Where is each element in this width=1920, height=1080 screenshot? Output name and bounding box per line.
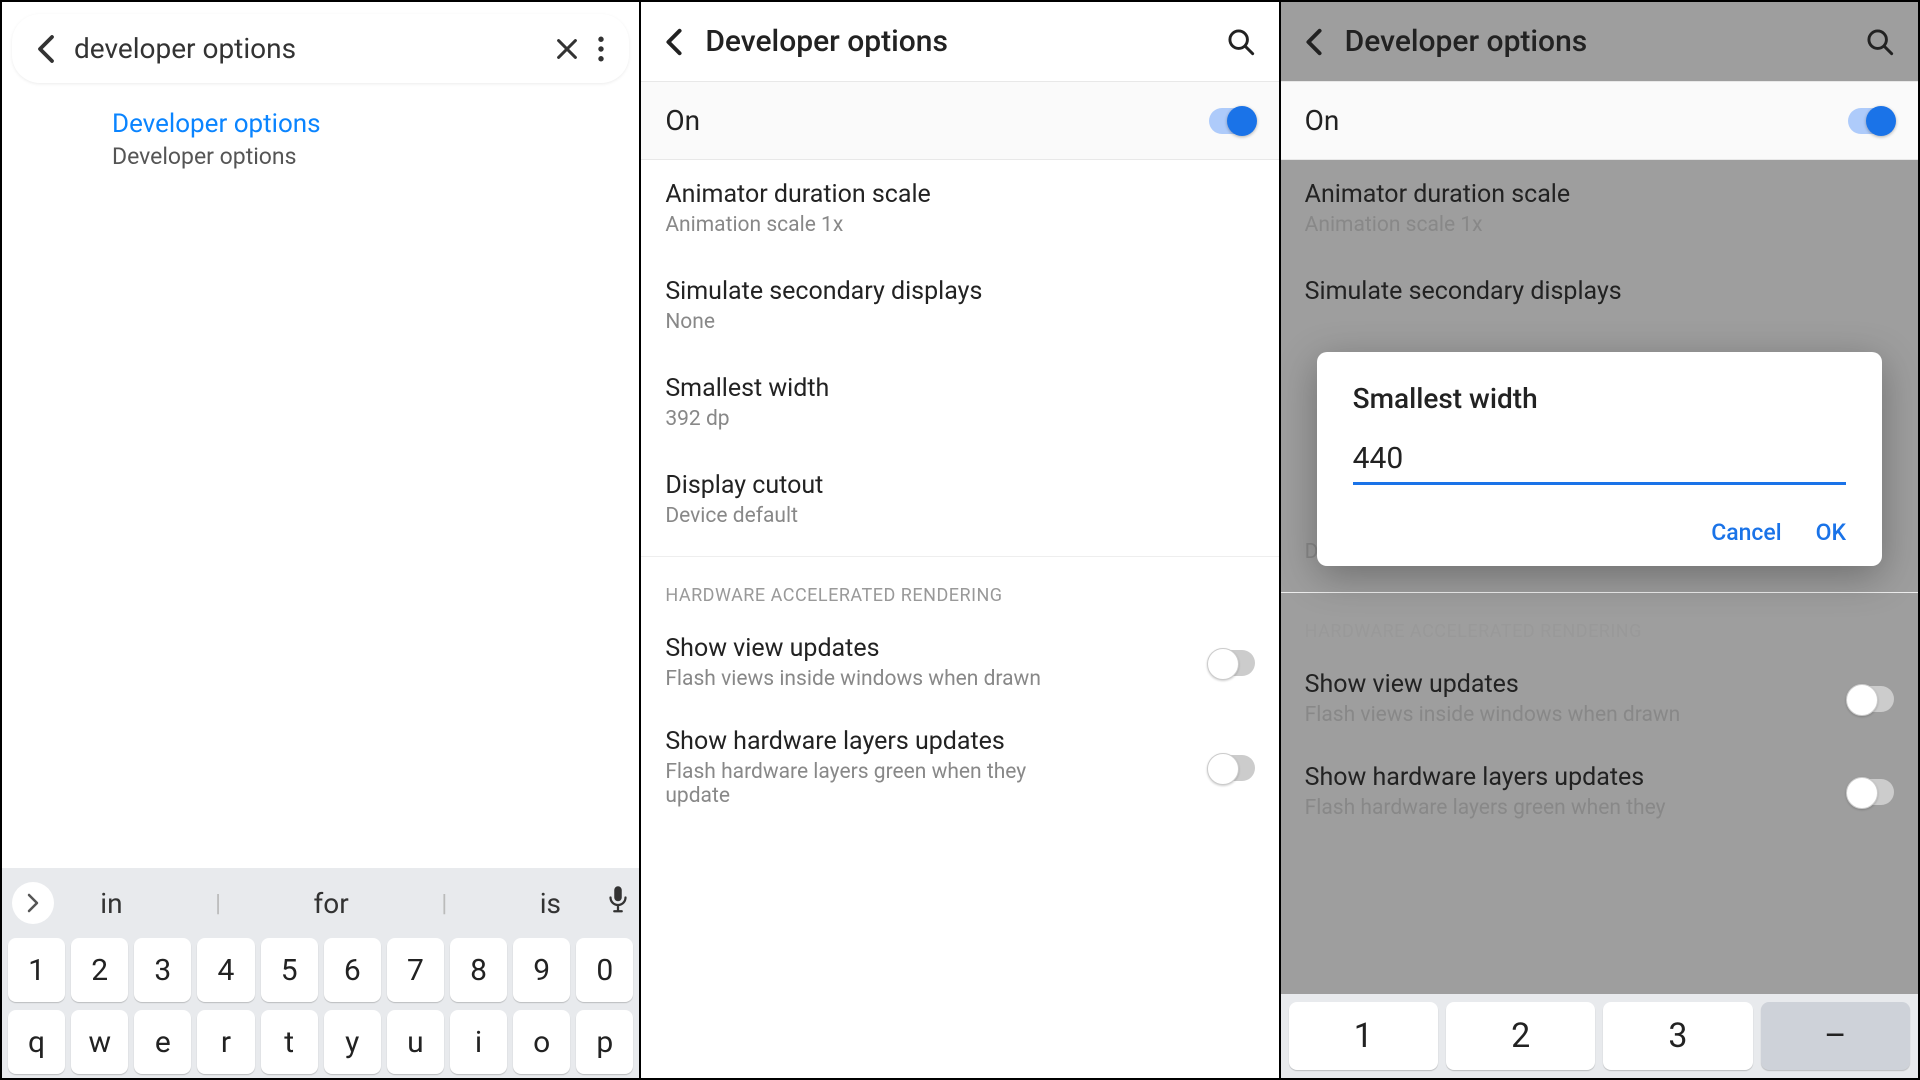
- master-toggle[interactable]: [1209, 108, 1255, 134]
- smallest-width-input[interactable]: [1353, 437, 1846, 485]
- setting-title: Simulate secondary displays: [1305, 277, 1894, 306]
- setting-subtitle: Flash hardware layers green when they: [1305, 796, 1685, 820]
- setting-subtitle: Animation scale 1x: [665, 213, 1254, 237]
- suggestion-bar: in | for | is: [54, 887, 607, 920]
- suggestion-word[interactable]: is: [540, 887, 561, 920]
- key-q[interactable]: q: [8, 1010, 65, 1074]
- overflow-menu-icon[interactable]: [597, 36, 605, 62]
- setting-title: Animator duration scale: [665, 180, 1254, 209]
- search-icon[interactable]: [1227, 28, 1255, 56]
- key-dash[interactable]: –: [1761, 1002, 1910, 1070]
- setting-row[interactable]: Animator duration scale Animation scale 1…: [641, 160, 1278, 257]
- ok-button[interactable]: OK: [1816, 519, 1846, 546]
- panel-search-settings: Developer options Developer options in |…: [0, 0, 641, 1080]
- search-bar: [12, 14, 629, 83]
- key-i[interactable]: i: [450, 1010, 507, 1074]
- setting-title: Show view updates: [665, 634, 1192, 663]
- search-result-item[interactable]: Developer options Developer options: [2, 91, 639, 188]
- key-6[interactable]: 6: [324, 938, 381, 1002]
- setting-row[interactable]: Display cutout Device default: [641, 451, 1278, 548]
- master-switch-row[interactable]: On: [641, 81, 1278, 160]
- key-3[interactable]: 3: [134, 938, 191, 1002]
- setting-subtitle: Animation scale 1x: [1305, 213, 1894, 237]
- key-8[interactable]: 8: [450, 938, 507, 1002]
- setting-subtitle: None: [665, 310, 1254, 334]
- master-switch-row[interactable]: On: [1281, 81, 1918, 160]
- key-3[interactable]: 3: [1603, 1002, 1752, 1070]
- toggle-setting-row[interactable]: Show view updates Flash views inside wind…: [641, 616, 1278, 709]
- dialog-title: Smallest width: [1353, 382, 1846, 415]
- key-u[interactable]: u: [387, 1010, 444, 1074]
- setting-title: Show view updates: [1305, 670, 1832, 699]
- expand-suggestions-icon[interactable]: [12, 882, 54, 924]
- search-input[interactable]: [74, 32, 537, 65]
- key-p[interactable]: p: [576, 1010, 633, 1074]
- key-5[interactable]: 5: [261, 938, 318, 1002]
- page-title: Developer options: [705, 24, 1204, 59]
- suggestion-word[interactable]: in: [100, 887, 122, 920]
- key-0[interactable]: 0: [576, 938, 633, 1002]
- setting-row[interactable]: Simulate secondary displays: [1281, 257, 1918, 330]
- setting-subtitle: Flash views inside windows when drawn: [665, 667, 1045, 691]
- clear-icon[interactable]: [555, 37, 579, 61]
- search-result-subtitle: Developer options: [112, 143, 615, 170]
- key-r[interactable]: r: [197, 1010, 254, 1074]
- key-o[interactable]: o: [513, 1010, 570, 1074]
- setting-title: Show hardware layers updates: [665, 727, 1192, 756]
- page-title: Developer options: [1345, 24, 1844, 59]
- master-switch-label: On: [665, 104, 1208, 137]
- search-icon[interactable]: [1866, 28, 1894, 56]
- key-4[interactable]: 4: [197, 938, 254, 1002]
- key-1[interactable]: 1: [1289, 1002, 1438, 1070]
- key-7[interactable]: 7: [387, 938, 444, 1002]
- setting-subtitle: Flash views inside windows when drawn: [1305, 703, 1685, 727]
- setting-title: Show hardware layers updates: [1305, 763, 1832, 792]
- toggle-switch[interactable]: [1209, 755, 1255, 781]
- setting-title: Display cutout: [665, 471, 1254, 500]
- setting-subtitle: 392 dp: [665, 407, 1254, 431]
- back-icon[interactable]: [1305, 28, 1323, 56]
- setting-subtitle: Flash hardware layers green when they up…: [665, 760, 1045, 808]
- back-icon[interactable]: [665, 28, 683, 56]
- app-bar: Developer options: [1281, 2, 1918, 81]
- master-switch-label: On: [1305, 104, 1848, 137]
- key-1[interactable]: 1: [8, 938, 65, 1002]
- search-result-title: Developer options: [112, 109, 615, 139]
- panel-developer-options-dialog: Developer options On Animator duration s…: [1281, 0, 1920, 1080]
- key-2[interactable]: 2: [71, 938, 128, 1002]
- key-t[interactable]: t: [261, 1010, 318, 1074]
- setting-row[interactable]: Smallest width 392 dp: [641, 354, 1278, 451]
- master-toggle[interactable]: [1848, 108, 1894, 134]
- mic-icon[interactable]: [607, 885, 629, 922]
- panel-developer-options: Developer options On Animator duration s…: [641, 0, 1280, 1080]
- toggle-setting-row[interactable]: Show hardware layers updates Flash hardwa…: [1281, 745, 1918, 838]
- setting-subtitle: Device default: [665, 504, 1254, 528]
- numeric-keypad: 1 2 3 –: [1281, 994, 1918, 1078]
- toggle-switch[interactable]: [1848, 779, 1894, 805]
- toggle-switch[interactable]: [1848, 686, 1894, 712]
- toggle-setting-row[interactable]: Show hardware layers updates Flash hardwa…: [641, 709, 1278, 826]
- setting-title: Simulate secondary displays: [665, 277, 1254, 306]
- key-y[interactable]: y: [324, 1010, 381, 1074]
- section-header: HARDWARE ACCELERATED RENDERING: [641, 556, 1278, 616]
- toggle-switch[interactable]: [1209, 650, 1255, 676]
- cancel-button[interactable]: Cancel: [1711, 519, 1781, 546]
- key-9[interactable]: 9: [513, 938, 570, 1002]
- suggestion-word[interactable]: for: [314, 887, 349, 920]
- key-2[interactable]: 2: [1446, 1002, 1595, 1070]
- section-header: HARDWARE ACCELERATED RENDERING: [1281, 592, 1918, 652]
- app-bar: Developer options: [641, 2, 1278, 81]
- back-icon[interactable]: [36, 34, 56, 64]
- key-e[interactable]: e: [134, 1010, 191, 1074]
- setting-row[interactable]: Simulate secondary displays None: [641, 257, 1278, 354]
- keyboard: in | for | is 1234567890 qwertyuiop: [2, 868, 639, 1078]
- key-w[interactable]: w: [71, 1010, 128, 1074]
- setting-row[interactable]: Animator duration scale Animation scale 1…: [1281, 160, 1918, 257]
- toggle-setting-row[interactable]: Show view updates Flash views inside wind…: [1281, 652, 1918, 745]
- smallest-width-dialog: Smallest width Cancel OK: [1317, 352, 1882, 566]
- setting-title: Animator duration scale: [1305, 180, 1894, 209]
- setting-title: Smallest width: [665, 374, 1254, 403]
